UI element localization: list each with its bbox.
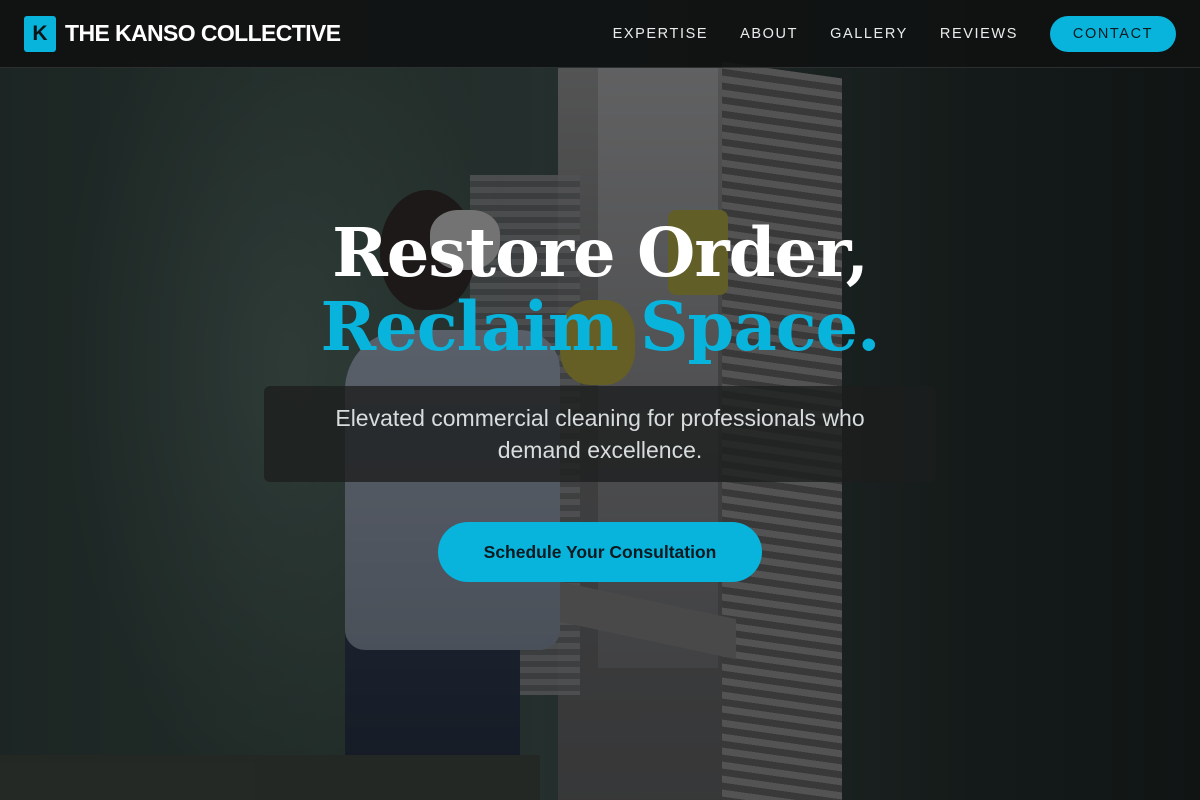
hero-section: Restore Order, Reclaim Space. Elevated c… <box>0 0 1200 800</box>
top-navbar: K THE KANSO COLLECTIVE EXPERTISE ABOUT G… <box>0 0 1200 68</box>
brand-logo[interactable]: K THE KANSO COLLECTIVE <box>24 15 341 52</box>
nav-link-gallery[interactable]: GALLERY <box>830 26 908 42</box>
headline-line-2: Reclaim Space. <box>320 287 880 366</box>
hero-subtitle: Elevated commercial cleaning for profess… <box>335 405 865 463</box>
nav-link-expertise[interactable]: EXPERTISE <box>613 26 709 42</box>
subtitle-panel: Elevated commercial cleaning for profess… <box>264 386 936 482</box>
nav-link-reviews[interactable]: REVIEWS <box>940 26 1018 42</box>
contact-button[interactable]: CONTACT <box>1050 15 1176 52</box>
schedule-consultation-button[interactable]: Schedule Your Consultation <box>438 522 762 582</box>
brand-name: THE KANSO COLLECTIVE <box>65 20 341 46</box>
nav-links: EXPERTISE ABOUT GALLERY REVIEWS CONTACT <box>581 15 1176 52</box>
nav-link-about[interactable]: ABOUT <box>740 26 798 42</box>
headline-line-1: Restore Order, <box>332 213 869 292</box>
hero-headline: Restore Order, Reclaim Space. <box>0 216 1200 364</box>
brand-mark-icon: K <box>24 15 56 52</box>
